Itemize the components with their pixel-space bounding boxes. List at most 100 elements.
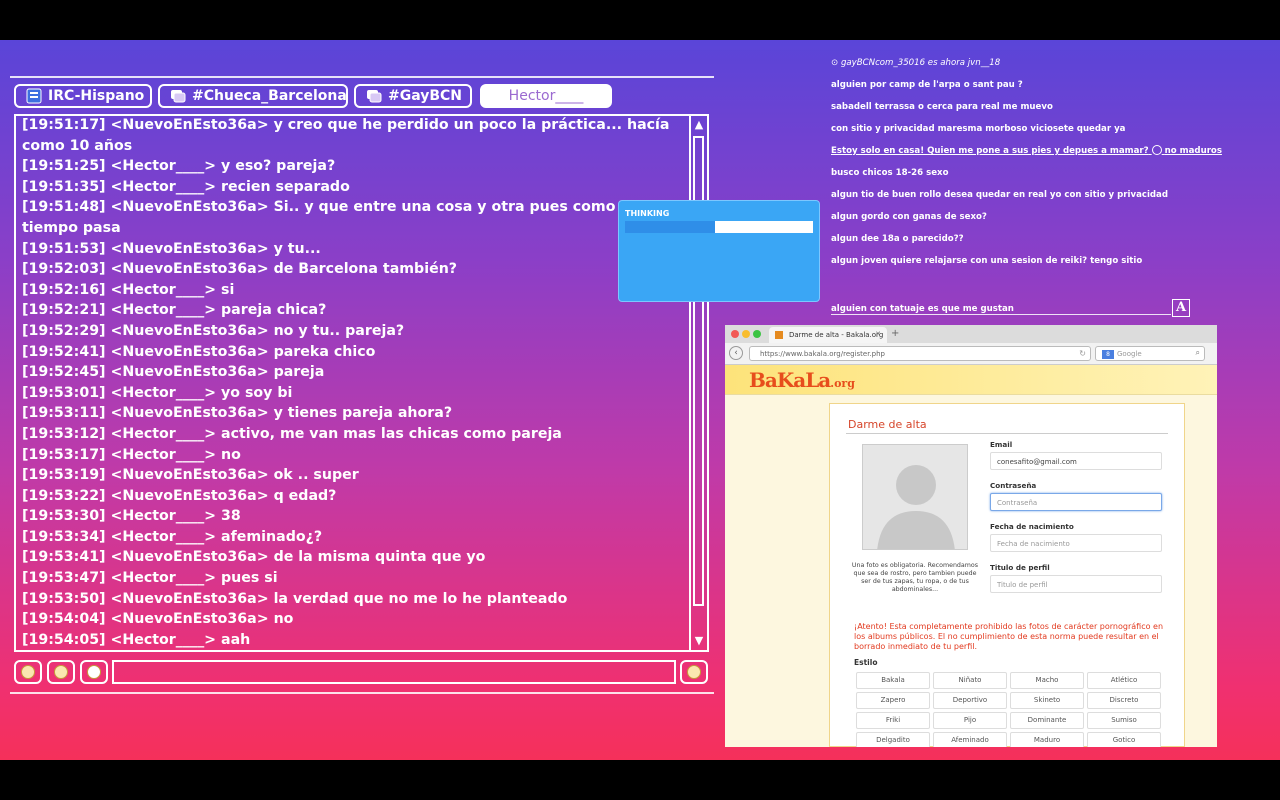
register-form: Darme de alta Una foto es obligatoria. R… [829, 403, 1185, 747]
chat-line: [19:52:16] <Hector____> si [22, 281, 235, 298]
style-option[interactable]: Dominante [1010, 712, 1084, 729]
style-option[interactable]: Zapero [856, 692, 930, 709]
email-field[interactable]: conesafito@gmail.com [990, 452, 1162, 470]
profile-title-field[interactable]: Titulo de perfil [990, 575, 1162, 593]
chat-line: [19:54:05] <Hector____> aah [22, 631, 251, 648]
new-tab-icon[interactable]: + [891, 328, 899, 339]
chat-line: [19:51:53] <NuevoEnEsto36a> y tu... [22, 240, 321, 257]
style-option[interactable]: Pijo [933, 712, 1007, 729]
smiley-icon [21, 665, 35, 679]
style-option[interactable]: Macho [1010, 672, 1084, 689]
chat-line: [19:53:34] <Hector____> afeminado¿? [22, 528, 323, 545]
style-option[interactable]: Gotico [1087, 732, 1161, 747]
tab-gaybcn[interactable]: #GayBCN [354, 84, 472, 108]
reload-icon[interactable]: ↻ [1079, 349, 1086, 358]
feed-item: busco chicos 18-26 sexo [831, 168, 949, 178]
emoji-button-2[interactable] [47, 660, 75, 684]
emoji-button-1[interactable] [14, 660, 42, 684]
tab-close-icon[interactable]: ✕ [875, 330, 881, 338]
style-option[interactable]: Afeminado [933, 732, 1007, 747]
style-option[interactable]: Maduro [1010, 732, 1084, 747]
chat-line: [19:54:04] <NuevoEnEsto36a> no [22, 611, 294, 628]
person-icon [863, 445, 967, 549]
style-option[interactable]: Atlético [1087, 672, 1161, 689]
tab-hector[interactable]: Hector____ [480, 84, 612, 108]
feed-item: alguien con tatuaje es que me gustan [831, 304, 1014, 314]
feed-item[interactable]: Estoy solo en casa! Quien me pone a sus … [831, 145, 1222, 156]
chat-lines: [19:51:17] <NuevoEnEsto36a> y creo que h… [22, 116, 682, 652]
chat-line: [19:52:03] <NuevoEnEsto36a> de Barcelona… [22, 261, 458, 278]
thinking-label: THINKING [625, 209, 670, 218]
chat-line: [19:53:01] <Hector____> yo soy bi [22, 384, 293, 401]
channel-icon [170, 88, 186, 104]
password-field[interactable]: Contraseña [990, 493, 1162, 511]
thinking-progress [625, 221, 813, 233]
top-divider [10, 76, 714, 78]
emoji-picker-button[interactable] [680, 660, 708, 684]
style-option[interactable]: Sumiso [1087, 712, 1161, 729]
chat-line: [19:53:47] <Hector____> pues si [22, 570, 278, 587]
scroll-down-icon[interactable]: ▼ [691, 632, 707, 650]
google-icon: 8 [1102, 350, 1114, 359]
style-option[interactable]: Delgadito [856, 732, 930, 747]
dob-label: Fecha de nacimiento [990, 522, 1074, 531]
smiley-icon [87, 665, 101, 679]
style-option[interactable]: Skineto [1010, 692, 1084, 709]
tab-irc-hispano[interactable]: IRC-Hispano [14, 84, 152, 108]
chat-line: [19:52:29] <NuevoEnEsto36a> no y tu.. pa… [22, 322, 405, 339]
style-option[interactable]: Deportivo [933, 692, 1007, 709]
scroll-up-icon[interactable]: ▲ [691, 116, 707, 134]
avatar-placeholder[interactable] [862, 444, 968, 550]
chat-line: [19:51:35] <Hector____> recien separado [22, 178, 350, 195]
chat-line: [19:53:11] <NuevoEnEsto36a> y tienes par… [22, 405, 453, 422]
message-input[interactable] [112, 660, 676, 684]
feed-item: con sitio y privacidad maresma morboso v… [831, 124, 1126, 134]
search-bar[interactable]: 8 Google ⌕ [1095, 346, 1205, 361]
server-icon [26, 88, 42, 104]
style-option[interactable]: Discreto [1087, 692, 1161, 709]
chat-line: [19:52:45] <NuevoEnEsto36a> pareja [22, 364, 325, 381]
close-dot-icon[interactable] [731, 330, 739, 338]
feed-input-line[interactable] [831, 314, 1171, 315]
chat-line: [19:52:41] <NuevoEnEsto36a> pareka chico [22, 343, 376, 360]
feed-item: alguien por camp de l'arpa o sant pau ? [831, 80, 1023, 90]
browser-page: BaKaLa.org Darme de alta Una foto es obl… [725, 365, 1217, 747]
back-icon[interactable]: ‹ [729, 346, 743, 360]
chat-line: [19:51:17] <NuevoEnEsto36a> y creo que h… [22, 117, 670, 154]
thinking-progress-fill [625, 221, 716, 233]
minimize-dot-icon[interactable] [742, 330, 750, 338]
dob-field[interactable]: Fecha de nacimiento [990, 534, 1162, 552]
chat-line: [19:53:41] <NuevoEnEsto36a> de la misma … [22, 549, 486, 566]
style-option[interactable]: Niñato [933, 672, 1007, 689]
tab-chueca-barcelona[interactable]: #Chueca_Barcelona [158, 84, 348, 108]
chat-line: [19:51:48] <NuevoEnEsto36a> Si.. y que e… [22, 199, 670, 236]
site-logo[interactable]: BaKaLa.org [749, 368, 855, 392]
favicon-icon [775, 331, 783, 339]
title-underline [846, 433, 1168, 434]
chat-line: [19:53:30] <Hector____> 38 [22, 508, 241, 525]
url-bar[interactable]: https://www.bakala.org/register.php ↻ [749, 346, 1091, 361]
bottom-divider [10, 692, 714, 694]
smiley-icon [687, 665, 701, 679]
style-option[interactable]: Friki [856, 712, 930, 729]
tab-label: Hector____ [508, 88, 584, 104]
chat-scrollbar[interactable]: ▲ ▼ [689, 116, 707, 650]
browser-tab[interactable]: Darme de alta - Bakala.org ✕ [769, 327, 887, 343]
style-option[interactable]: Bakala [856, 672, 930, 689]
search-icon[interactable]: ⌕ [1196, 348, 1200, 358]
tab-label: IRC-Hispano [48, 88, 145, 104]
chat-line: [19:53:50] <NuevoEnEsto36a> la verdad qu… [22, 590, 568, 607]
browser-tabbar: Darme de alta - Bakala.org ✕ + [725, 325, 1217, 343]
chat-line: [19:53:22] <NuevoEnEsto36a> q edad? [22, 487, 337, 504]
font-icon[interactable]: A [1172, 299, 1190, 317]
browser-window: Darme de alta - Bakala.org ✕ + ‹ https:/… [725, 325, 1217, 747]
chat-line: [19:53:12] <Hector____> activo, me van m… [22, 425, 562, 442]
estilo-label: Estilo [854, 658, 878, 667]
emoji-button-3[interactable] [80, 660, 108, 684]
smiley-icon [1151, 145, 1162, 155]
chat-log[interactable]: [19:51:17] <NuevoEnEsto36a> y creo que h… [14, 114, 709, 652]
password-label: Contraseña [990, 481, 1037, 490]
zoom-dot-icon[interactable] [753, 330, 761, 338]
photo-note: Una foto es obligatoria. Recomendamos qu… [851, 562, 979, 593]
chat-line: [19:54:07] <Hector____> jajaja [22, 650, 682, 652]
